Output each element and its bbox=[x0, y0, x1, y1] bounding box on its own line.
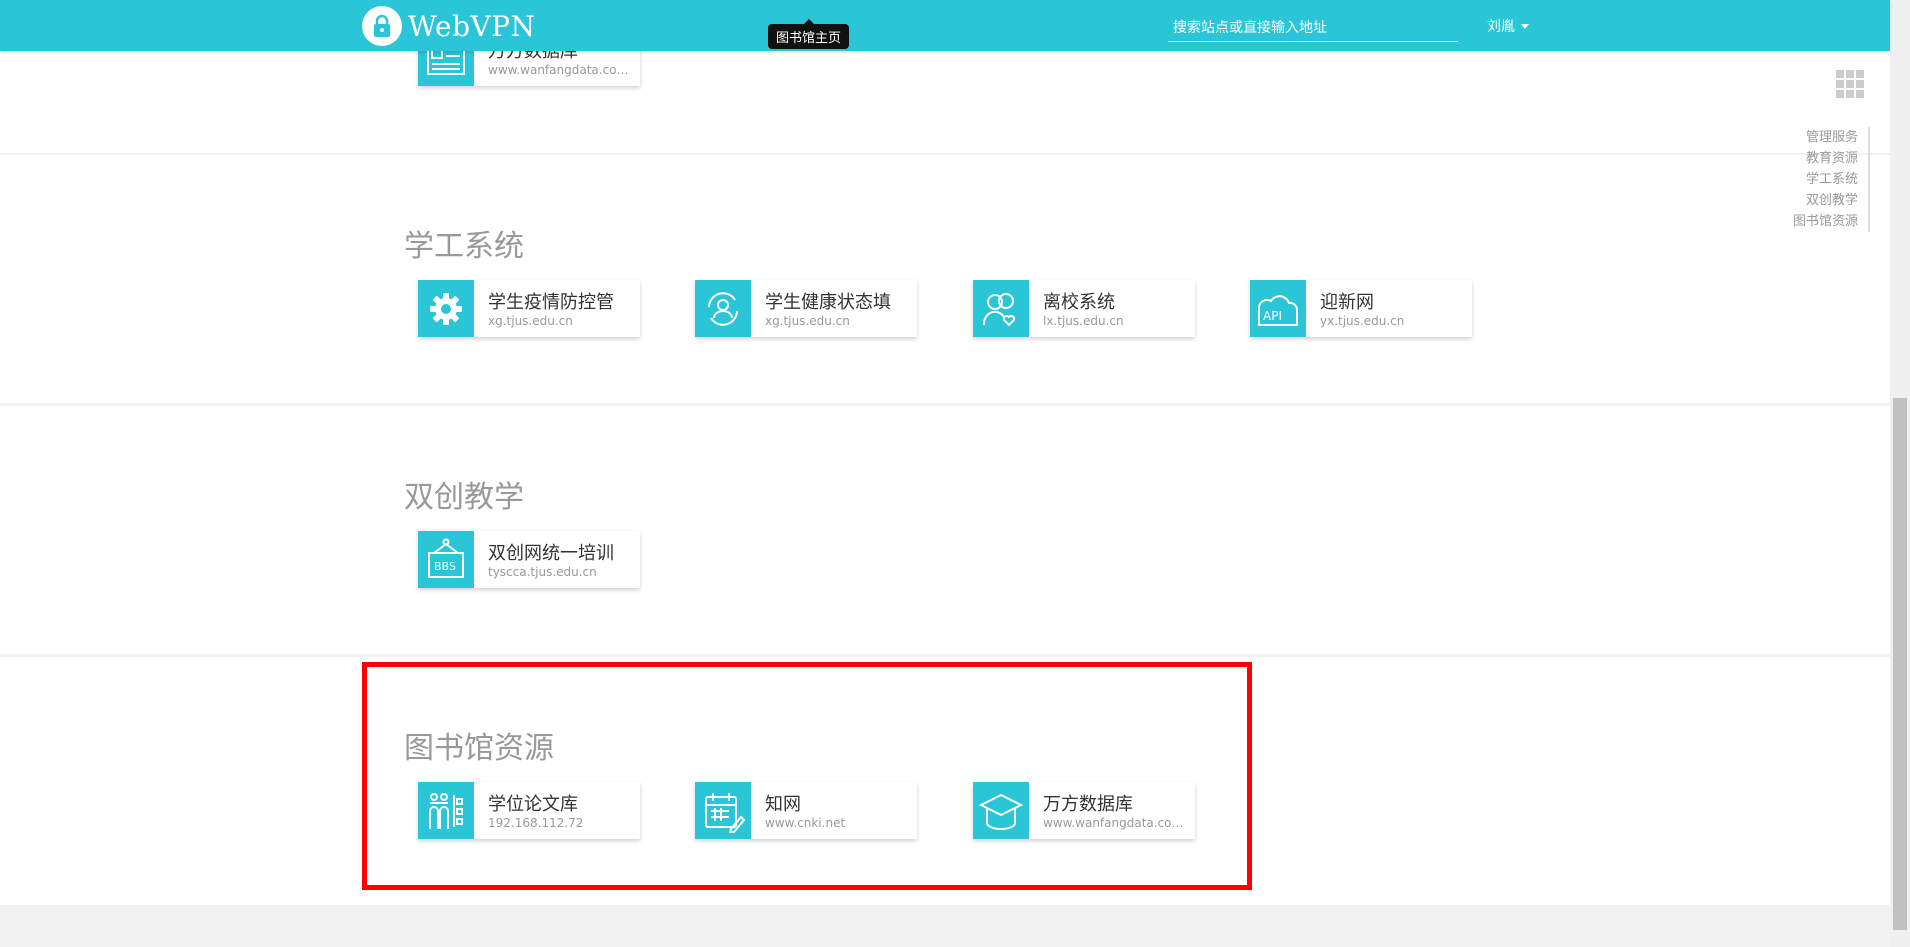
nav-item-innovation[interactable]: 双创教学 bbox=[1793, 190, 1858, 211]
category-nav: 管理服务 教育资源 学工系统 双创教学 图书馆资源 bbox=[1793, 127, 1870, 232]
users-heart-icon bbox=[973, 280, 1029, 337]
nav-item-library[interactable]: 图书馆资源 bbox=[1793, 211, 1858, 232]
grid-menu-icon[interactable] bbox=[1836, 70, 1864, 102]
calendar-edit-icon bbox=[695, 782, 751, 839]
svg-text:API: API bbox=[1263, 309, 1282, 323]
site-card[interactable]: 学位论文库 192.168.112.72 bbox=[418, 782, 640, 839]
user-menu[interactable]: 刘胤 bbox=[1487, 16, 1529, 36]
section-title: 图书馆资源 bbox=[404, 731, 554, 766]
site-name: 学位论文库 bbox=[488, 794, 578, 815]
site-name: 学生疫情防控管 bbox=[488, 292, 614, 313]
site-url: www.wanfangdata.com... bbox=[1043, 816, 1188, 830]
section-innovation-teaching: 双创教学 BBS 双创网统一培训 tyscca.tjus.edu.cn bbox=[0, 406, 1890, 654]
site-card[interactable]: 万方数据库 www.wanfangdata.com... bbox=[973, 782, 1195, 839]
chevron-down-icon bbox=[1521, 23, 1529, 29]
site-url: yx.tjus.edu.cn bbox=[1320, 314, 1405, 328]
section-student-affairs: 学工系统 学生疫情防控管 xg.tjus.edu.cn 学生健康状态填 xg.t… bbox=[0, 155, 1890, 403]
section-library-resources: 图书馆资源 学位论文库 192.168.112.72 知网 www.cnki.n… bbox=[0, 657, 1890, 905]
nav-item-management[interactable]: 管理服务 bbox=[1793, 127, 1858, 148]
svg-text:BBS: BBS bbox=[434, 560, 456, 573]
site-url: tyscca.tjus.edu.cn bbox=[488, 565, 597, 579]
scrollbar[interactable] bbox=[1890, 0, 1910, 947]
section-title: 双创教学 bbox=[404, 480, 524, 515]
site-url: lx.tjus.edu.cn bbox=[1043, 314, 1124, 328]
user-name: 刘胤 bbox=[1487, 19, 1515, 35]
webvpn-logo[interactable]: WebVPN bbox=[362, 6, 536, 46]
logo-text: WebVPN bbox=[408, 9, 536, 43]
site-card[interactable]: 学生疫情防控管 xg.tjus.edu.cn bbox=[418, 280, 640, 337]
site-name: 迎新网 bbox=[1320, 292, 1374, 313]
site-name: 离校系统 bbox=[1043, 292, 1115, 313]
site-card[interactable]: API 迎新网 yx.tjus.edu.cn bbox=[1250, 280, 1472, 337]
user-refresh-icon bbox=[695, 280, 751, 337]
site-card[interactable]: 离校系统 lx.tjus.edu.cn bbox=[973, 280, 1195, 337]
api-cloud-icon: API bbox=[1250, 280, 1306, 337]
graduation-cap-icon bbox=[973, 782, 1029, 839]
site-card[interactable]: BBS 双创网统一培训 tyscca.tjus.edu.cn bbox=[418, 531, 640, 588]
section-title: 学工系统 bbox=[404, 229, 524, 264]
site-url: xg.tjus.edu.cn bbox=[488, 314, 573, 328]
site-url: xg.tjus.edu.cn bbox=[765, 314, 850, 328]
nav-item-student-affairs[interactable]: 学工系统 bbox=[1793, 169, 1858, 190]
search-input[interactable] bbox=[1168, 14, 1458, 42]
site-url: 192.168.112.72 bbox=[488, 816, 584, 830]
site-card[interactable]: 学生健康状态填 xg.tjus.edu.cn bbox=[695, 280, 917, 337]
site-name: 万方数据库 bbox=[1043, 794, 1133, 815]
nav-item-education[interactable]: 教育资源 bbox=[1793, 148, 1858, 169]
people-list-icon bbox=[418, 782, 474, 839]
scrollbar-thumb[interactable] bbox=[1893, 398, 1907, 930]
lock-icon bbox=[362, 6, 402, 46]
tooltip-library-home: 图书馆主页 bbox=[768, 19, 850, 49]
bbs-sign-icon: BBS bbox=[418, 531, 474, 588]
gear-icon bbox=[418, 280, 474, 337]
site-name: 学生健康状态填 bbox=[765, 292, 891, 313]
site-card[interactable]: 知网 www.cnki.net bbox=[695, 782, 917, 839]
site-url: www.wanfangdata.com... bbox=[488, 63, 633, 77]
site-name: 双创网统一培训 bbox=[488, 543, 614, 564]
top-bar: WebVPN 刘胤 bbox=[0, 0, 1890, 51]
site-name: 知网 bbox=[765, 794, 801, 815]
site-url: www.cnki.net bbox=[765, 816, 846, 830]
